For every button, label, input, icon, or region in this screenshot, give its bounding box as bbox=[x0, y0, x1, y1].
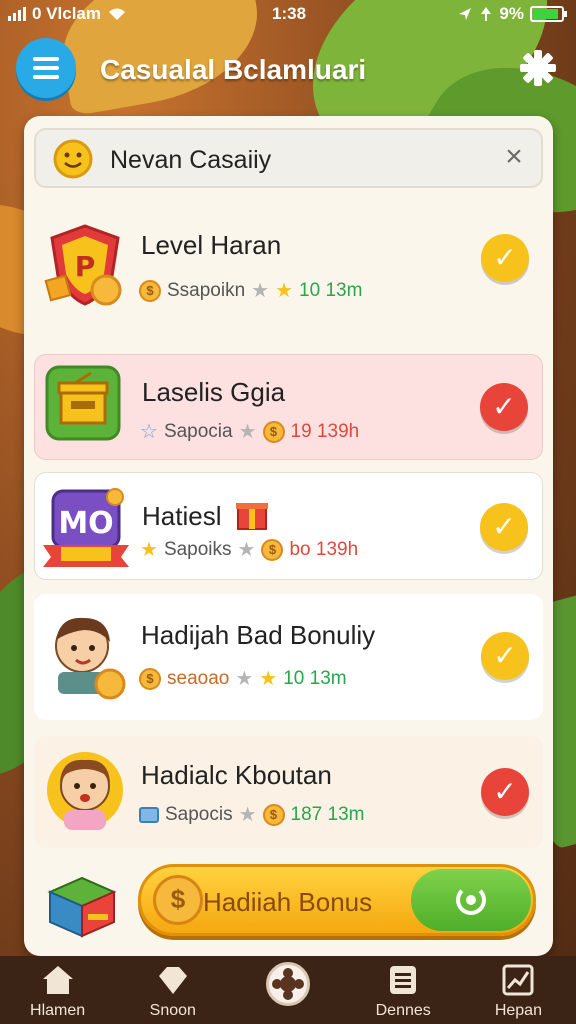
gold-star-icon: ★ bbox=[275, 280, 294, 302]
star-icon: ★ bbox=[238, 421, 257, 443]
battery-icon bbox=[530, 6, 567, 22]
star-icon: ★ bbox=[238, 804, 257, 826]
chart-icon bbox=[502, 964, 534, 996]
home-icon bbox=[42, 966, 73, 994]
coin-icon bbox=[139, 279, 161, 302]
reward-meta: seaoao ★ ★ 10 13m bbox=[139, 666, 347, 691]
clock: 1:38 bbox=[272, 4, 307, 23]
nav-label: Hepan bbox=[494, 1002, 542, 1019]
reward-value: 187 13m bbox=[290, 803, 365, 825]
coin-icon bbox=[139, 667, 161, 690]
reward-meta: ★ Sapoiks ★ bo 139h bbox=[140, 537, 358, 562]
reward-card[interactable]: MO Hatiesl ★ Sapoiks ★ bo 139h ✓ bbox=[34, 472, 543, 580]
reward-label: Sapocia bbox=[163, 420, 233, 442]
star-icon: ★ bbox=[237, 539, 256, 561]
nav-item-shop[interactable]: Snoon bbox=[115, 956, 230, 1024]
star-icon: ★ bbox=[235, 668, 254, 690]
nav-item-list[interactable]: Dennes bbox=[346, 956, 461, 1024]
rewards-panel: Nevan Casaiiy × P Level Haran Ssapoikn ★… bbox=[24, 116, 553, 956]
reward-meta: Ssapoikn ★ ★ 10 13m bbox=[139, 278, 362, 303]
signal-arrow-icon bbox=[481, 7, 492, 21]
reward-value: 10 13m bbox=[299, 279, 363, 301]
checkmark-icon[interactable]: ✓ bbox=[480, 383, 528, 431]
mo-banner-icon: MO bbox=[43, 488, 129, 567]
smiley-icon bbox=[53, 139, 93, 179]
reward-card[interactable]: P Level Haran Ssapoikn ★ ★ 10 13m ✓ bbox=[34, 200, 543, 326]
reward-label: Sapocis bbox=[165, 803, 233, 825]
status-bar: 0 Vlclam 1:38 9% bbox=[0, 0, 576, 28]
center-icon bbox=[266, 962, 310, 1006]
carrier-label: 0 Vlclam bbox=[32, 4, 101, 23]
close-icon[interactable]: × bbox=[499, 142, 529, 172]
coin-icon bbox=[262, 420, 285, 443]
svg-text:MO: MO bbox=[58, 506, 113, 541]
nav-label: Dennes bbox=[375, 1002, 431, 1019]
bonus-button[interactable]: Hadiiah Bonus bbox=[138, 864, 536, 936]
reward-title: Level Haran bbox=[141, 230, 282, 260]
settings-gear-icon[interactable] bbox=[518, 48, 558, 88]
nav-label: Hlamen bbox=[30, 1002, 86, 1019]
nav-label: Snoon bbox=[149, 1002, 196, 1019]
menu-button[interactable] bbox=[16, 38, 76, 98]
claim-go-button[interactable] bbox=[411, 869, 531, 931]
star-icon: ★ bbox=[251, 280, 270, 302]
box-icon bbox=[139, 806, 159, 823]
search-bar[interactable]: Nevan Casaiiy × bbox=[34, 128, 543, 188]
outline-star-icon: ☆ bbox=[140, 421, 158, 443]
coin-icon bbox=[153, 875, 203, 925]
reward-label: seaoao bbox=[167, 667, 230, 689]
wifi-icon bbox=[109, 8, 125, 20]
search-label: Nevan Casaiiy bbox=[110, 146, 272, 174]
reward-value: 10 13m bbox=[283, 667, 347, 689]
bonus-label: Hadiiah Bonus bbox=[203, 887, 373, 917]
reward-value: bo 139h bbox=[289, 538, 359, 560]
reward-meta: Sapocis ★ 187 13m bbox=[139, 802, 365, 827]
location-icon bbox=[459, 8, 472, 20]
gift-icon bbox=[45, 365, 121, 441]
nav-item-stats[interactable]: Hepan bbox=[461, 956, 576, 1024]
checkmark-icon[interactable]: ✓ bbox=[480, 503, 528, 551]
gold-star-icon: ★ bbox=[140, 539, 158, 561]
reward-card[interactable]: Hadialc Kboutan Sapocis ★ 187 13m ✓ bbox=[34, 736, 543, 848]
checkmark-icon[interactable]: ✓ bbox=[481, 632, 529, 680]
boy-avatar-icon bbox=[55, 617, 126, 700]
nav-item-home[interactable]: Hlamen bbox=[0, 956, 115, 1024]
target-icon bbox=[456, 885, 486, 915]
coin-icon bbox=[262, 803, 285, 826]
checkmark-icon[interactable]: ✓ bbox=[481, 234, 529, 282]
girl-avatar-icon bbox=[47, 752, 123, 830]
coin-icon bbox=[261, 538, 284, 561]
reward-card[interactable]: Laselis Ggia ☆ Sapocia ★ 19 139h ✓ bbox=[34, 354, 543, 460]
reward-title: Hatiesl bbox=[142, 497, 269, 532]
checkmark-icon[interactable]: ✓ bbox=[481, 768, 529, 816]
diamond-icon bbox=[158, 967, 187, 994]
gold-star-icon: ★ bbox=[259, 668, 278, 690]
reward-card[interactable]: Hadijah Bad Bonuliy seaoao ★ ★ 10 13m ✓ bbox=[34, 594, 543, 720]
app-title: Casualal Bclamluari bbox=[100, 54, 367, 85]
reward-title: Hadijah Bad Bonuliy bbox=[141, 620, 376, 650]
reward-label: Sapoiks bbox=[163, 538, 232, 560]
reward-title: Laselis Ggia bbox=[142, 377, 286, 407]
app-header: Casualal Bclamluari bbox=[0, 36, 576, 104]
reward-meta: ☆ Sapocia ★ 19 139h bbox=[140, 419, 359, 444]
signal-icon bbox=[8, 7, 26, 21]
reward-value: 19 139h bbox=[290, 420, 360, 442]
treasure-box-icon bbox=[47, 876, 117, 938]
reward-title: Hadialc Kboutan bbox=[141, 760, 332, 790]
list-icon bbox=[390, 966, 417, 994]
svg-text:P: P bbox=[75, 250, 96, 283]
battery-percent: 9% bbox=[499, 4, 524, 23]
reward-title-text: Hatiesl bbox=[142, 501, 222, 531]
bottom-nav: Hlamen Snoon Dennes Hepan bbox=[0, 956, 576, 1024]
present-icon bbox=[235, 503, 268, 530]
nav-item-center[interactable] bbox=[230, 956, 345, 1024]
shield-badge-icon: P bbox=[44, 224, 122, 306]
reward-label: Ssapoikn bbox=[167, 279, 246, 301]
